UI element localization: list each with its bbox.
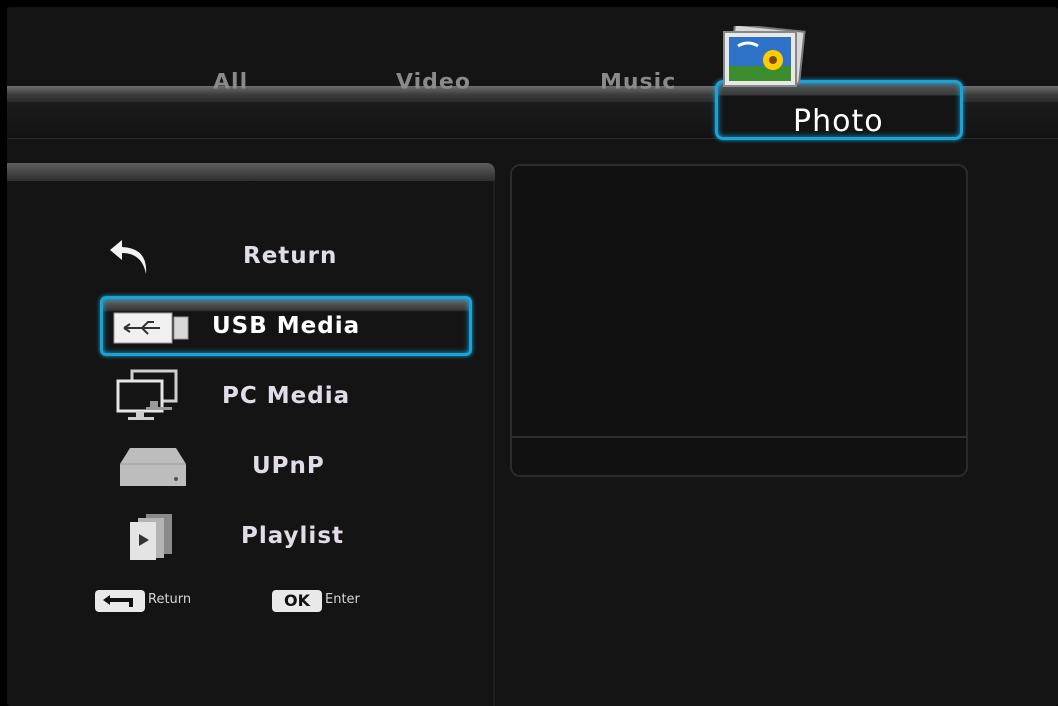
ok-key-hint: OK — [272, 590, 322, 612]
return-key-icon — [103, 595, 133, 607]
menu-label-pc-media: PC Media — [222, 383, 351, 409]
return-key-hint — [95, 590, 145, 612]
usb-icon — [113, 312, 189, 344]
enter-hint-label: Enter — [325, 592, 360, 607]
return-hint-label: Return — [148, 592, 192, 607]
menu-label-return: Return — [243, 243, 338, 269]
menu-label-upnp: UPnP — [252, 453, 325, 479]
preview-panel — [510, 164, 968, 477]
tab-all[interactable]: All — [213, 71, 248, 95]
tab-video[interactable]: Video — [396, 71, 471, 95]
menu-label-usb-media: USB Media — [212, 313, 361, 339]
tab-music[interactable]: Music — [600, 71, 676, 95]
pc-icon — [116, 369, 178, 420]
preview-info-divider — [512, 436, 966, 438]
return-arrow-icon — [110, 240, 147, 274]
photo-icon — [723, 26, 806, 87]
panel-divider — [493, 181, 495, 706]
left-panel-header — [7, 163, 495, 181]
tab-photo-label: Photo — [793, 104, 884, 139]
upnp-drive-icon — [120, 448, 186, 486]
playlist-icon — [130, 514, 172, 560]
menu-label-playlist: Playlist — [241, 523, 344, 549]
